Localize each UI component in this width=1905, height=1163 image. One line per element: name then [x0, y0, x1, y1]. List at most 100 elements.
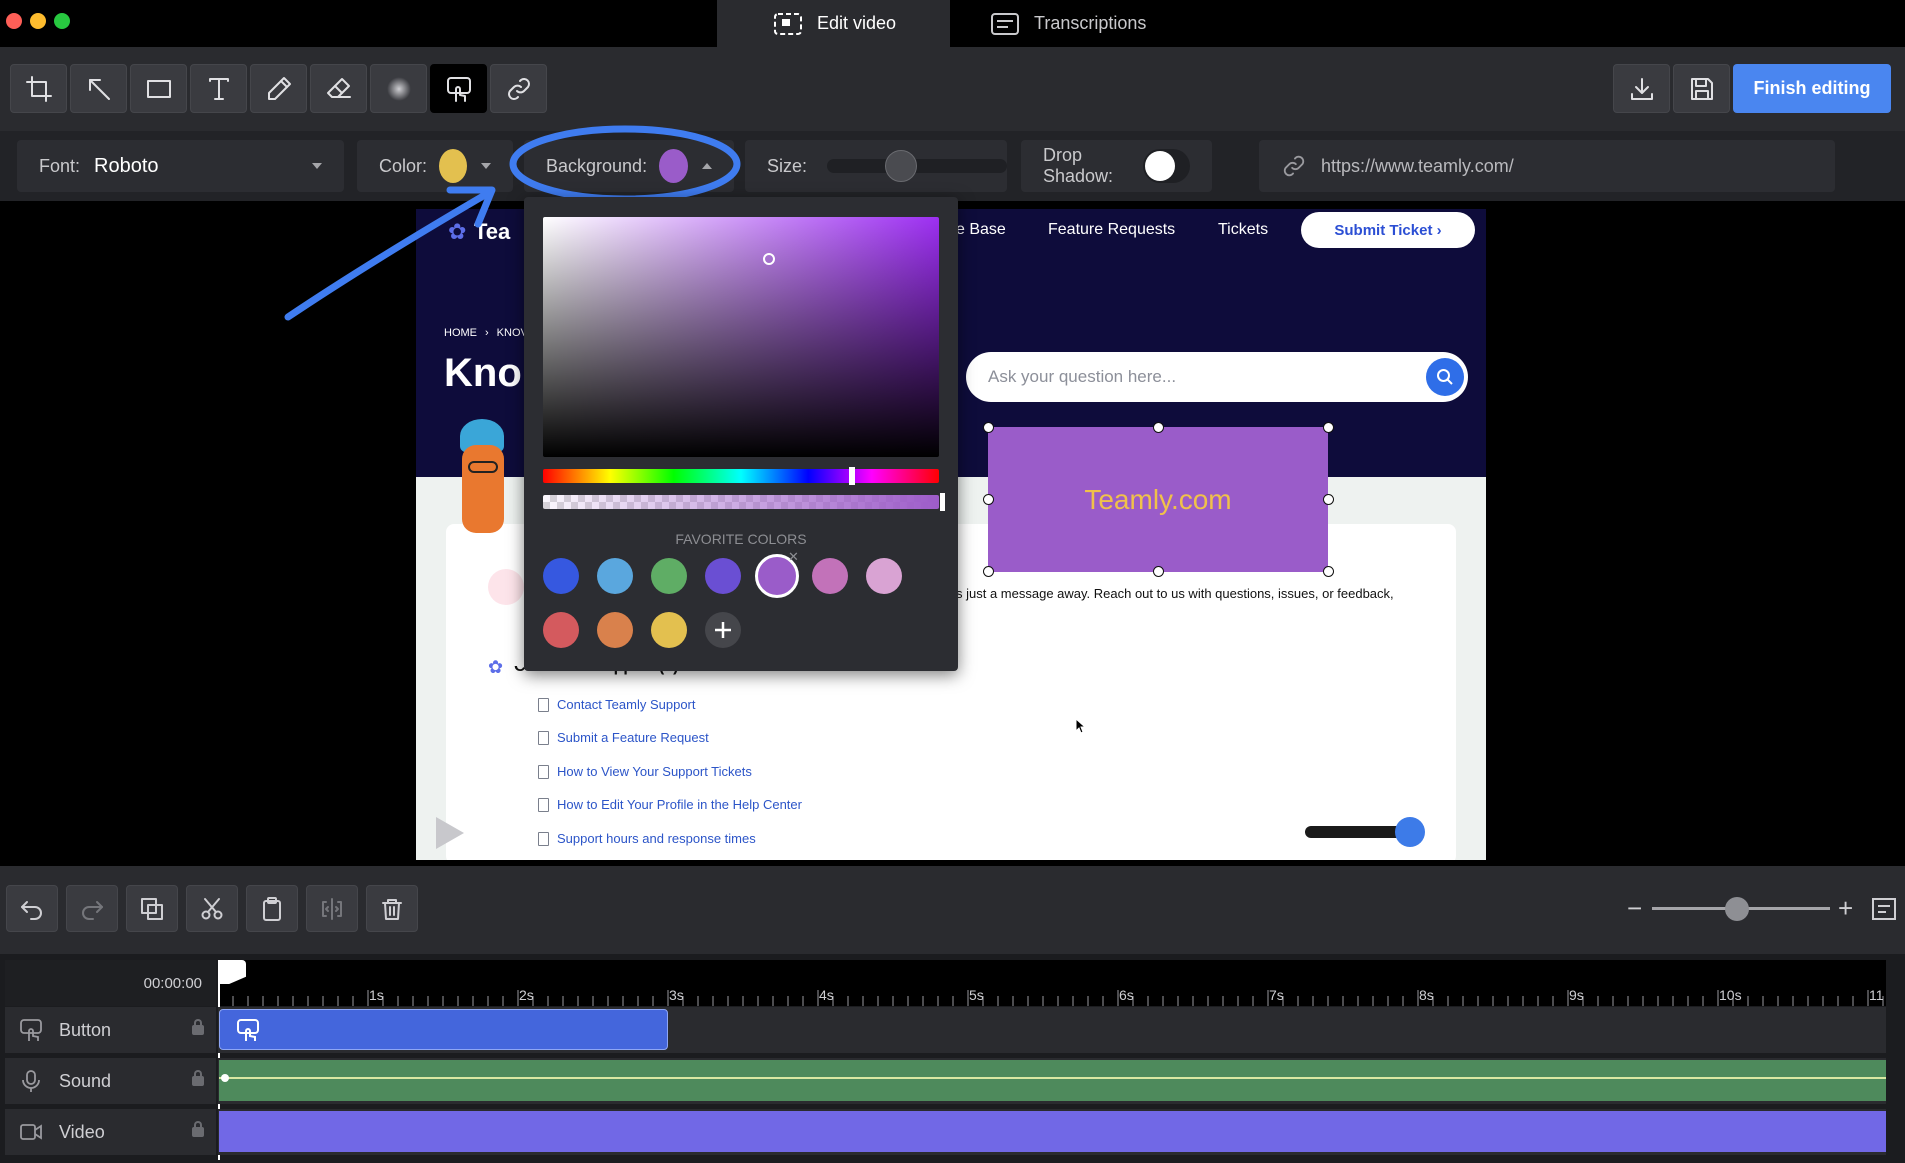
- resize-handle[interactable]: [1323, 566, 1334, 577]
- saturation-value-picker[interactable]: [543, 217, 939, 457]
- hue-slider-handle[interactable]: [849, 467, 855, 485]
- rectangle-tool-button[interactable]: [130, 64, 187, 113]
- resize-handle[interactable]: [1153, 422, 1164, 433]
- arrow-tool-button[interactable]: [70, 64, 127, 113]
- resize-handle[interactable]: [1323, 422, 1334, 433]
- page-heading: Kno: [444, 351, 522, 395]
- cut-button[interactable]: [186, 885, 238, 932]
- tick-label: 9s: [1569, 987, 1584, 1003]
- text-tool-button[interactable]: [190, 64, 247, 113]
- tick-label: 10s: [1719, 987, 1742, 1003]
- resize-handle[interactable]: [983, 566, 994, 577]
- button-clip[interactable]: [219, 1009, 668, 1050]
- favorite-color-swatch[interactable]: [651, 558, 687, 594]
- crop-icon: [25, 75, 52, 102]
- pen-tool-button[interactable]: [250, 64, 307, 113]
- hue-slider[interactable]: [543, 469, 939, 483]
- size-control: Size:: [745, 140, 1008, 192]
- zoom-slider-thumb[interactable]: [1725, 897, 1749, 921]
- resize-handle[interactable]: [983, 422, 994, 433]
- alpha-slider-handle[interactable]: [940, 493, 945, 511]
- kb-link-4[interactable]: How to Edit Your Profile in the Help Cen…: [538, 797, 802, 812]
- sound-clip[interactable]: [219, 1060, 1886, 1101]
- tab-edit-video[interactable]: Edit video: [717, 0, 950, 47]
- tab-transcriptions[interactable]: Transcriptions: [934, 0, 1184, 47]
- transcriptions-icon: [991, 12, 1019, 35]
- tab-transcriptions-label: Transcriptions: [1034, 13, 1147, 33]
- resize-handle[interactable]: [983, 494, 994, 505]
- kb-link-3[interactable]: How to View Your Support Tickets: [538, 764, 752, 779]
- favorite-color-swatch[interactable]: [543, 612, 579, 648]
- zoom-in-button[interactable]: +: [1838, 893, 1853, 924]
- edit-video-icon: [774, 12, 802, 35]
- split-button[interactable]: [306, 885, 358, 932]
- overlay-button[interactable]: Teamly.com: [988, 427, 1328, 572]
- duplicate-icon: [141, 897, 163, 920]
- resize-handle[interactable]: [1323, 494, 1334, 505]
- favorite-color-swatch[interactable]: [705, 558, 741, 594]
- nav-knowledge-base[interactable]: e Base: [956, 221, 1006, 239]
- favorite-color-swatch[interactable]: [866, 558, 902, 594]
- kb-link-1-label: Contact Teamly Support: [557, 697, 696, 712]
- undo-button[interactable]: [6, 885, 58, 932]
- question-search-input[interactable]: Ask your question here...: [966, 352, 1468, 402]
- kb-link-3-label: How to View Your Support Tickets: [557, 764, 752, 779]
- lock-icon[interactable]: [192, 1121, 204, 1137]
- favorite-color-swatch[interactable]: [597, 558, 633, 594]
- tick-label: 3s: [669, 987, 684, 1003]
- size-slider-thumb[interactable]: [885, 150, 918, 182]
- link-tool-button[interactable]: [490, 64, 547, 113]
- favorite-colors-label: FAVORITE COLORS: [675, 531, 807, 547]
- remove-favorite-icon[interactable]: ✕: [788, 549, 799, 565]
- lock-icon[interactable]: [192, 1070, 204, 1086]
- save-button[interactable]: [1673, 64, 1730, 113]
- saturation-value-handle[interactable]: [763, 253, 775, 265]
- download-button[interactable]: [1613, 64, 1670, 113]
- track-label-video: Video: [5, 1109, 216, 1155]
- kb-link-5[interactable]: Support hours and response times: [538, 831, 756, 846]
- crop-tool-button[interactable]: [10, 64, 67, 113]
- eraser-tool-button[interactable]: [310, 64, 367, 113]
- zoom-out-button[interactable]: −: [1627, 893, 1642, 924]
- lock-icon[interactable]: [192, 1019, 204, 1035]
- maximize-window-button[interactable]: [54, 13, 70, 29]
- mouse-cursor-icon: [1075, 718, 1087, 734]
- link-icon: [1283, 155, 1305, 177]
- track-label-sound: Sound: [5, 1058, 216, 1104]
- paste-button[interactable]: [246, 885, 298, 932]
- delete-button[interactable]: [366, 885, 418, 932]
- download-icon: [1630, 77, 1653, 100]
- button-tool-button[interactable]: [430, 64, 487, 113]
- drop-shadow-toggle[interactable]: [1142, 149, 1190, 183]
- submit-ticket-button[interactable]: Submit Ticket ›: [1301, 212, 1475, 248]
- favorite-color-swatch[interactable]: [597, 612, 633, 648]
- add-favorite-color-button[interactable]: [705, 612, 741, 648]
- blur-tool-button[interactable]: [370, 64, 427, 113]
- alpha-slider[interactable]: [543, 495, 939, 509]
- favorite-color-swatch[interactable]: [812, 558, 848, 594]
- volume-slider-thumb[interactable]: [1395, 817, 1425, 847]
- play-icon[interactable]: [436, 817, 464, 849]
- minimize-window-button[interactable]: [30, 13, 46, 29]
- finish-editing-button[interactable]: Finish editing: [1733, 64, 1891, 113]
- size-label: Size:: [767, 155, 808, 176]
- duplicate-button[interactable]: [126, 885, 178, 932]
- close-window-button[interactable]: [6, 13, 22, 29]
- size-slider[interactable]: [827, 150, 1008, 182]
- tick-label: 2s: [519, 987, 534, 1003]
- favorite-color-swatch[interactable]: [543, 558, 579, 594]
- scissors-icon: [201, 897, 223, 919]
- redo-button[interactable]: [66, 885, 118, 932]
- video-clip[interactable]: [219, 1111, 1886, 1152]
- resize-handle[interactable]: [1153, 566, 1164, 577]
- support-message: s just a message away. Reach out to us w…: [956, 586, 1394, 601]
- favorite-color-swatch[interactable]: [651, 612, 687, 648]
- nav-feature-requests[interactable]: Feature Requests: [1048, 221, 1175, 239]
- fit-timeline-button[interactable]: [1871, 897, 1897, 926]
- tick-label: 7s: [1269, 987, 1284, 1003]
- nav-tickets[interactable]: Tickets: [1218, 221, 1268, 239]
- kb-link-2[interactable]: Submit a Feature Request: [538, 730, 709, 745]
- kb-link-1[interactable]: Contact Teamly Support: [538, 697, 696, 712]
- search-button[interactable]: [1426, 358, 1464, 396]
- url-field[interactable]: https://www.teamly.com/: [1259, 140, 1835, 192]
